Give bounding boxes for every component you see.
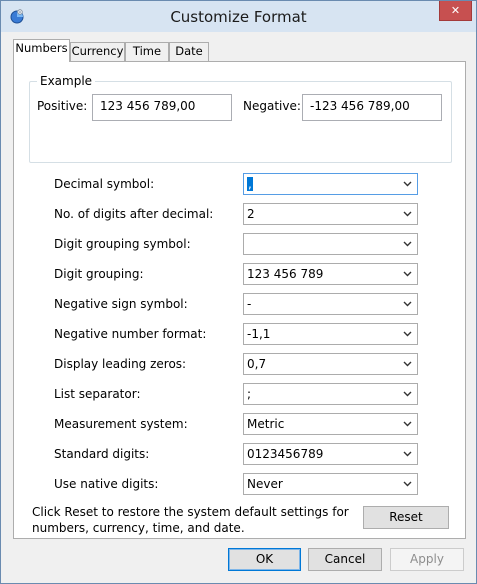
combo-value: 123 456 789 <box>247 267 324 281</box>
window-title: Customize Format <box>170 8 307 26</box>
reset-button[interactable]: Reset <box>363 506 449 529</box>
tab-numbers[interactable]: Numbers <box>13 39 70 62</box>
measurement-system-combo[interactable]: Metric <box>243 413 418 435</box>
negative-number-format-label: Negative number format: <box>54 327 207 341</box>
customize-format-dialog: Customize Format ✕ Numbers Currency Time… <box>0 0 477 584</box>
digit-grouping-label: Digit grouping: <box>54 267 144 281</box>
standard-digits-combo[interactable]: 0123456789 <box>243 443 418 465</box>
use-native-digits-combo[interactable]: Never <box>243 473 418 495</box>
chevron-down-icon <box>403 271 412 277</box>
digits-after-decimal-combo[interactable]: 2 <box>243 203 418 225</box>
decimal-symbol-combo[interactable]: , <box>243 173 418 195</box>
use-native-digits-label: Use native digits: <box>54 477 159 491</box>
digit-grouping-combo[interactable]: 123 456 789 <box>243 263 418 285</box>
digits-after-decimal-label: No. of digits after decimal: <box>54 207 214 221</box>
combo-value: 2 <box>247 207 255 221</box>
tab-time[interactable]: Time <box>125 42 169 61</box>
chevron-down-icon <box>403 181 412 187</box>
combo-value: 0123456789 <box>247 447 324 461</box>
chevron-down-icon <box>403 451 412 457</box>
measurement-system-label: Measurement system: <box>54 417 188 431</box>
cancel-button[interactable]: Cancel <box>308 548 382 571</box>
negative-sign-symbol-combo[interactable]: - <box>243 293 418 315</box>
ok-button[interactable]: OK <box>228 548 301 571</box>
chevron-down-icon <box>403 331 412 337</box>
decimal-symbol-label: Decimal symbol: <box>54 177 155 191</box>
close-icon: ✕ <box>450 4 461 17</box>
reset-info-text: Click Reset to restore the system defaul… <box>32 505 349 535</box>
combo-value: - <box>247 297 252 311</box>
tab-currency[interactable]: Currency <box>70 42 125 61</box>
close-button[interactable]: ✕ <box>439 1 472 21</box>
display-leading-zeros-label: Display leading zeros: <box>54 357 187 371</box>
negative-sign-symbol-label: Negative sign symbol: <box>54 297 188 311</box>
combo-value: 0,7 <box>247 357 267 371</box>
chevron-down-icon <box>403 361 412 367</box>
combo-value: ; <box>247 387 252 401</box>
display-leading-zeros-combo[interactable]: 0,7 <box>243 353 418 375</box>
chevron-down-icon <box>403 481 412 487</box>
chevron-down-icon <box>403 241 412 247</box>
tab-date[interactable]: Date <box>169 42 209 61</box>
combo-value: Never <box>247 477 283 491</box>
combo-value: -1,1 <box>247 327 271 341</box>
positive-label: Positive: <box>37 99 88 113</box>
list-separator-combo[interactable]: ; <box>243 383 418 405</box>
negative-example-field: -123 456 789,00 <box>302 94 442 121</box>
negative-label: Negative: <box>243 99 301 113</box>
standard-digits-label: Standard digits: <box>54 447 150 461</box>
combo-value: , <box>247 177 253 191</box>
digit-grouping-symbol-label: Digit grouping symbol: <box>54 237 191 251</box>
title-bar[interactable]: Customize Format ✕ <box>1 1 476 32</box>
list-separator-label: List separator: <box>54 387 141 401</box>
chevron-down-icon <box>403 211 412 217</box>
chevron-down-icon <box>403 421 412 427</box>
combo-value: Metric <box>247 417 285 431</box>
apply-button: Apply <box>390 548 464 571</box>
chevron-down-icon <box>403 301 412 307</box>
digit-grouping-symbol-combo[interactable] <box>243 233 418 255</box>
chevron-down-icon <box>403 391 412 397</box>
positive-example-field: 123 456 789,00 <box>92 94 232 121</box>
negative-number-format-combo[interactable]: -1,1 <box>243 323 418 345</box>
example-legend: Example <box>37 74 96 88</box>
